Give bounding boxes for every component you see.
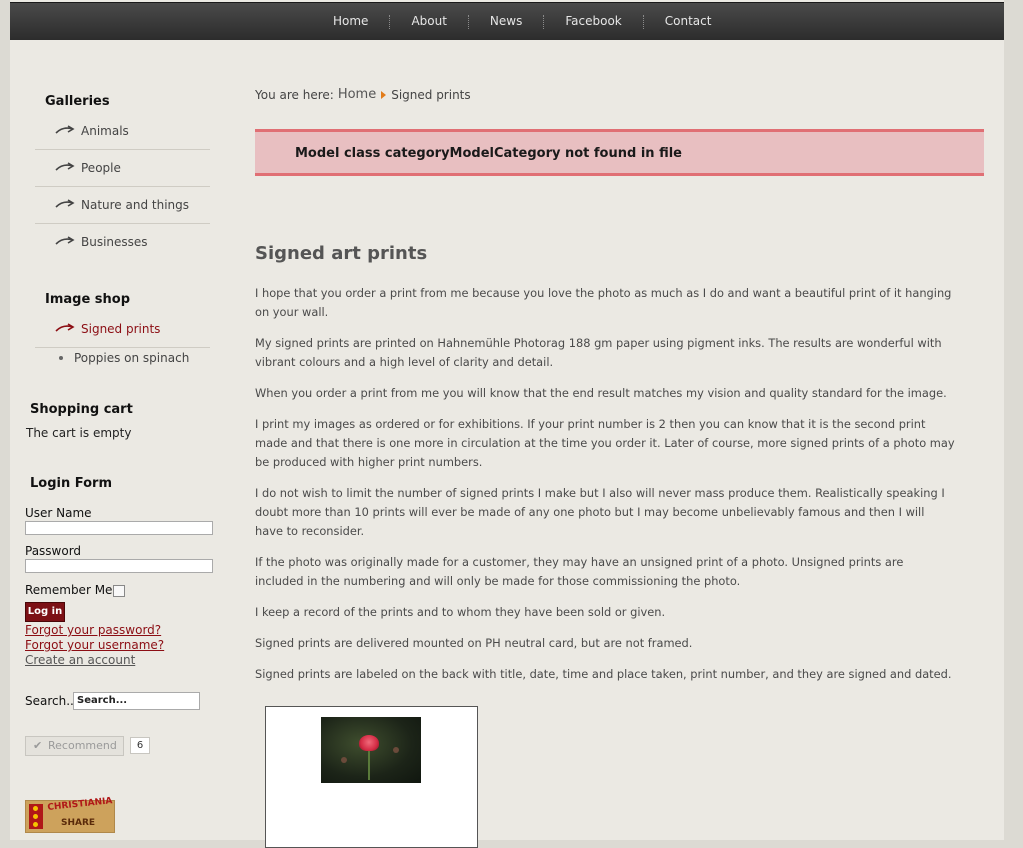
forgot-password-link[interactable]: Forgot your password? (25, 623, 161, 637)
arrow-icon (55, 125, 75, 134)
article-paragraph: Signed prints are delivered mounted on P… (255, 636, 693, 650)
gallery-item-people[interactable]: People (35, 149, 210, 187)
check-icon: ✔ (33, 739, 43, 752)
cart-title: Shopping cart (30, 402, 133, 417)
article-paragraph: I print my images as ordered or for exhi… (255, 417, 955, 469)
photo-flower (359, 735, 379, 751)
gallery-item-label: People (81, 161, 121, 175)
nav-about[interactable]: About (390, 3, 467, 40)
gallery-item-label: Businesses (81, 235, 148, 249)
shop-item-signed-prints[interactable]: Signed prints (35, 310, 210, 348)
nav-home[interactable]: Home (312, 3, 389, 40)
logo-text: CHRISTIANIA (47, 796, 113, 813)
article-paragraph: I do not wish to limit the number of sig… (255, 486, 945, 538)
article-paragraph: I keep a record of the prints and to who… (255, 605, 666, 619)
remember-checkbox[interactable] (113, 585, 125, 597)
breadcrumb-home-link[interactable]: Home (338, 87, 376, 102)
article-paragraph: When you order a print from me you will … (255, 386, 947, 400)
article-paragraph: Signed prints are labeled on the back wi… (255, 667, 952, 681)
recommend-count: 6 (130, 737, 150, 754)
arrow-icon (55, 323, 75, 332)
traffic-light-icon (29, 804, 43, 829)
password-field[interactable] (25, 559, 213, 573)
login-button[interactable]: Log in (25, 602, 65, 622)
bullet-icon (59, 356, 63, 360)
image-shop-title: Image shop (45, 292, 131, 307)
username-label: User Name (25, 506, 92, 520)
password-label: Password (25, 544, 82, 558)
nav-facebook[interactable]: Facebook (544, 3, 642, 40)
gallery-item-animals[interactable]: Animals (35, 112, 210, 150)
arrow-icon (55, 199, 75, 208)
poppy-photo[interactable] (321, 717, 421, 783)
gallery-item-label: Nature and things (81, 198, 190, 212)
shop-item-label: Signed prints (81, 322, 161, 336)
article-paragraph: I hope that you order a print from me be… (255, 286, 952, 319)
gallery-item-nature[interactable]: Nature and things (35, 186, 210, 224)
nav-news[interactable]: News (469, 3, 543, 40)
breadcrumb-prefix: You are here: (255, 87, 334, 102)
breadcrumb-current: Signed prints (391, 87, 471, 102)
shop-subitem-label: Poppies on spinach (74, 351, 190, 365)
breadcrumb-arrow-icon (381, 90, 387, 99)
username-field[interactable] (25, 521, 213, 535)
arrow-icon (55, 236, 75, 245)
article-paragraph: My signed prints are printed on Hahnemüh… (255, 336, 942, 369)
page-title: Signed art prints (255, 243, 428, 264)
search-input[interactable]: Search... (73, 692, 200, 710)
page-frame: Home About News Facebook Contact Galleri… (10, 0, 1004, 848)
nav-contact[interactable]: Contact (644, 3, 733, 40)
error-message: Model class categoryModelCategory not fo… (295, 146, 682, 161)
photo-bud (341, 757, 347, 763)
product-image-box[interactable] (265, 706, 478, 848)
recommend-button[interactable]: ✔ Recommend (25, 736, 124, 756)
christiania-share-logo[interactable]: CHRISTIANIA SHARE (25, 796, 115, 833)
article-paragraph: If the photo was originally made for a c… (255, 555, 904, 588)
recommend-label: Recommend (48, 739, 117, 752)
photo-bud (393, 747, 399, 753)
photo-stem (368, 750, 370, 780)
breadcrumb: You are here: Home Signed prints (255, 87, 471, 102)
forgot-username-link[interactable]: Forgot your username? (25, 638, 164, 652)
search-label: Search... (25, 694, 78, 708)
top-navigation: Home About News Facebook Contact (10, 2, 1004, 40)
remember-label: Remember Me (25, 583, 113, 597)
login-title: Login Form (30, 476, 112, 491)
arrow-icon (55, 162, 75, 171)
gallery-item-label: Animals (81, 124, 129, 138)
error-message-box: Model class categoryModelCategory not fo… (255, 129, 984, 176)
create-account-link[interactable]: Create an account (25, 653, 135, 667)
galleries-title: Galleries (45, 94, 110, 109)
cart-status: The cart is empty (26, 426, 132, 440)
gallery-item-businesses[interactable]: Businesses (35, 223, 210, 260)
logo-text: SHARE (61, 818, 96, 828)
